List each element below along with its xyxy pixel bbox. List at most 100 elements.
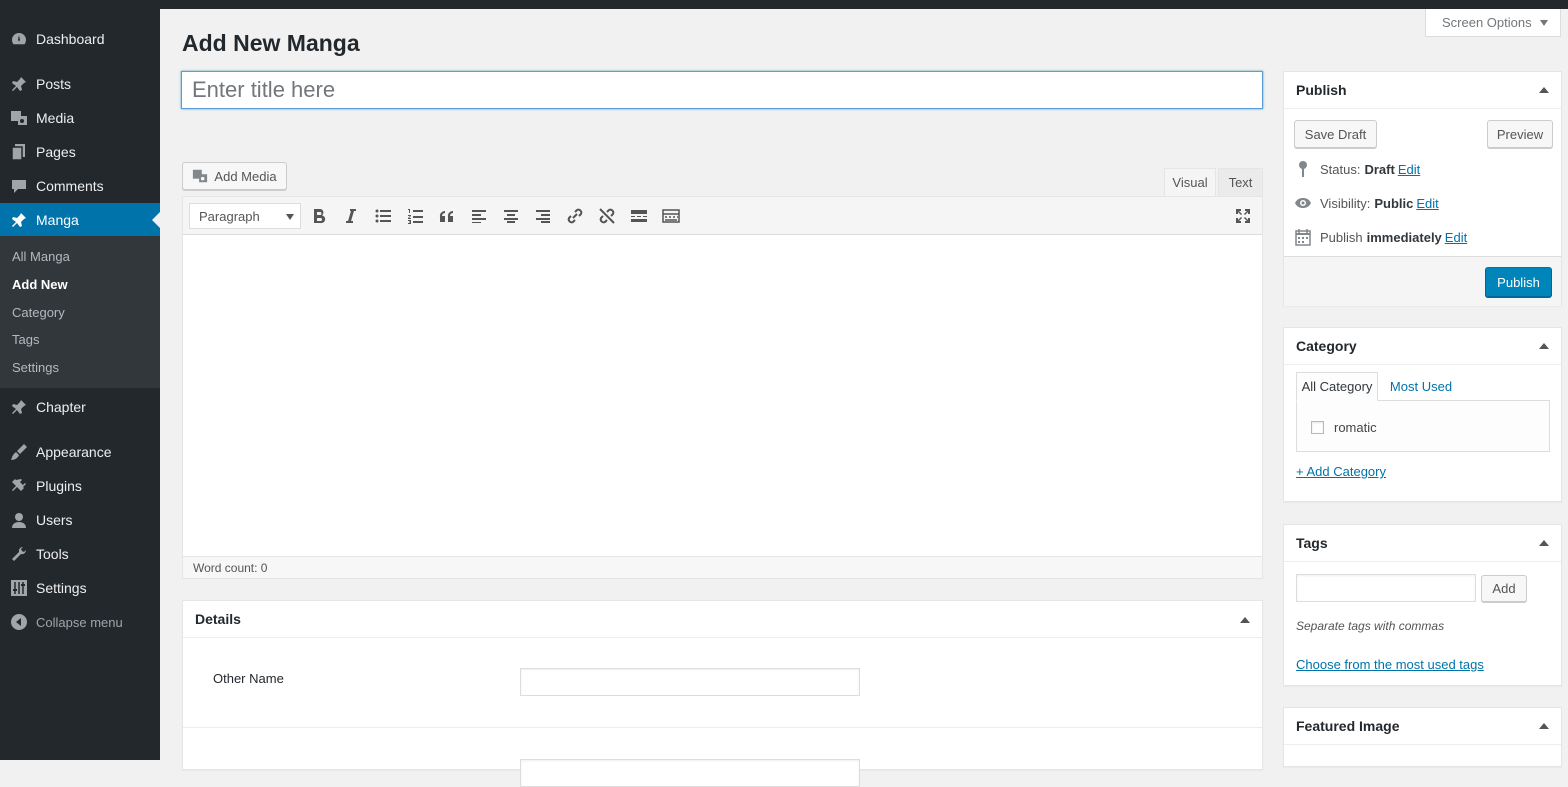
- italic-icon[interactable]: [339, 204, 363, 228]
- collapse-icon: [10, 613, 28, 631]
- category-checklist: romatic: [1296, 400, 1550, 452]
- publish-actions: Publish: [1284, 256, 1561, 306]
- post-title-input[interactable]: [181, 71, 1263, 109]
- tab-text[interactable]: Text: [1218, 168, 1263, 196]
- choose-tags-link[interactable]: Choose from the most used tags: [1296, 657, 1484, 672]
- toggle-panel-icon[interactable]: [1539, 343, 1549, 349]
- submenu-tags[interactable]: Tags: [12, 332, 39, 347]
- featured-image-title: Featured Image: [1284, 708, 1561, 745]
- blockquote-icon[interactable]: [435, 204, 459, 228]
- add-tag-button[interactable]: Add: [1481, 575, 1527, 602]
- schedule-row: Publish immediately Edit: [1294, 228, 1467, 246]
- numbered-list-icon[interactable]: [403, 204, 427, 228]
- status-row: Status: Draft Edit: [1294, 160, 1420, 178]
- edit-visibility-link[interactable]: Edit: [1416, 196, 1438, 211]
- screen-options-button[interactable]: Screen Options: [1425, 9, 1561, 37]
- sidebar-item-chapter[interactable]: Chapter: [0, 390, 160, 424]
- unlink-icon[interactable]: [595, 204, 619, 228]
- page-title: Add New Manga: [182, 30, 360, 56]
- add-media-button[interactable]: Add Media: [182, 162, 287, 190]
- content-editor: Paragraph Word count: 0: [182, 196, 1263, 579]
- publish-button[interactable]: Publish: [1485, 267, 1552, 297]
- submenu-settings[interactable]: Settings: [12, 360, 59, 375]
- toggle-panel-icon[interactable]: [1539, 87, 1549, 93]
- admin-sidebar: Dashboard Posts Media Pages Comments Man…: [0, 9, 160, 760]
- format-select[interactable]: Paragraph: [189, 203, 301, 229]
- sidebar-item-posts[interactable]: Posts: [0, 67, 160, 101]
- other-name-input[interactable]: [520, 668, 860, 696]
- link-icon[interactable]: [563, 204, 587, 228]
- sidebar-item-plugins[interactable]: Plugins: [0, 469, 160, 503]
- sidebar-item-users[interactable]: Users: [0, 503, 160, 537]
- fullscreen-icon[interactable]: [1231, 204, 1255, 228]
- category-checkbox[interactable]: [1311, 421, 1324, 434]
- sidebar-item-manga[interactable]: Manga: [0, 203, 160, 237]
- edit-schedule-link[interactable]: Edit: [1445, 230, 1467, 245]
- manga-submenu: All Manga Add New Category Tags Settings: [0, 236, 160, 388]
- sidebar-item-settings[interactable]: Settings: [0, 571, 160, 605]
- media-icon: [10, 109, 28, 127]
- tags-title: Tags: [1284, 525, 1561, 562]
- toggle-panel-icon[interactable]: [1539, 540, 1549, 546]
- editor-statusbar: Word count: 0: [183, 556, 1262, 578]
- sidebar-item-comments[interactable]: Comments: [0, 169, 160, 203]
- category-metabox: Category All Category Most Used romatic …: [1283, 327, 1562, 502]
- edit-status-link[interactable]: Edit: [1398, 162, 1420, 177]
- add-category-link[interactable]: + Add Category: [1296, 464, 1386, 479]
- sidebar-item-media[interactable]: Media: [0, 101, 160, 135]
- sidebar-item-pages[interactable]: Pages: [0, 135, 160, 169]
- bold-icon[interactable]: [307, 204, 331, 228]
- tags-metabox: Tags Add Separate tags with commas Choos…: [1283, 524, 1562, 686]
- details-metabox: Details Other Name: [182, 600, 1263, 787]
- calendar-icon: [1294, 228, 1312, 246]
- pages-icon: [10, 143, 28, 161]
- tab-visual[interactable]: Visual: [1164, 168, 1216, 196]
- category-title: Category: [1284, 328, 1561, 365]
- toggle-panel-icon[interactable]: [1240, 617, 1250, 623]
- toggle-panel-icon[interactable]: [1539, 723, 1549, 729]
- admin-bar: [0, 0, 1568, 9]
- save-draft-button[interactable]: Save Draft: [1294, 120, 1377, 148]
- pin-icon: [10, 75, 28, 93]
- tags-hint: Separate tags with commas: [1296, 619, 1445, 633]
- other-name-label: Other Name: [213, 671, 284, 686]
- comments-icon: [10, 177, 28, 195]
- media-icon: [192, 168, 208, 184]
- pin-icon: [1294, 160, 1312, 178]
- featured-image-metabox: Featured Image: [1283, 707, 1562, 767]
- eye-icon: [1294, 194, 1312, 212]
- divider: [183, 727, 1262, 728]
- preview-button[interactable]: Preview: [1487, 120, 1553, 148]
- category-item-label: romatic: [1334, 420, 1377, 435]
- dashboard-icon: [10, 30, 28, 48]
- toolbar-toggle-icon[interactable]: [659, 204, 683, 228]
- publish-metabox: Publish Save Draft Preview Status: Draft …: [1283, 71, 1562, 306]
- details-title: Details: [183, 601, 1262, 638]
- submenu-add-new[interactable]: Add New: [12, 277, 68, 292]
- sidebar-item-appearance[interactable]: Appearance: [0, 435, 160, 469]
- caret-down-icon: [1539, 19, 1548, 26]
- details-field-input[interactable]: [520, 759, 860, 787]
- tags-input[interactable]: [1296, 574, 1476, 602]
- tools-icon: [10, 545, 28, 563]
- sidebar-item-tools[interactable]: Tools: [0, 537, 160, 571]
- chevron-down-icon: [286, 214, 294, 220]
- sidebar-item-dashboard[interactable]: Dashboard: [0, 22, 160, 56]
- bulleted-list-icon[interactable]: [371, 204, 395, 228]
- align-left-icon[interactable]: [467, 204, 491, 228]
- pin-icon: [10, 398, 28, 416]
- submenu-category[interactable]: Category: [12, 305, 65, 320]
- appearance-icon: [10, 443, 28, 461]
- pin-icon: [10, 211, 28, 229]
- word-count: Word count: 0: [193, 560, 268, 575]
- tab-most-used[interactable]: Most Used: [1386, 372, 1456, 401]
- align-right-icon[interactable]: [531, 204, 555, 228]
- settings-icon: [10, 579, 28, 597]
- visibility-row: Visibility: Public Edit: [1294, 194, 1439, 212]
- collapse-menu-button[interactable]: Collapse menu: [0, 605, 160, 639]
- tab-all-category[interactable]: All Category: [1296, 372, 1378, 401]
- submenu-all-manga[interactable]: All Manga: [12, 249, 70, 264]
- users-icon: [10, 511, 28, 529]
- align-center-icon[interactable]: [499, 204, 523, 228]
- read-more-icon[interactable]: [627, 204, 651, 228]
